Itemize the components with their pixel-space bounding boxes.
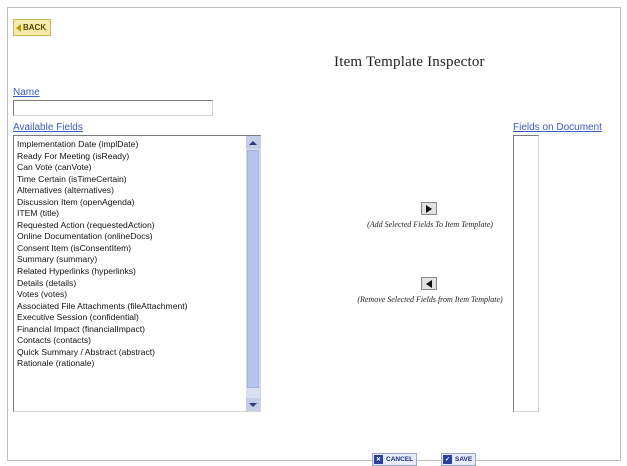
save-icon: ✓: [443, 455, 452, 464]
list-item[interactable]: Alternatives (alternatives): [17, 185, 244, 197]
available-fields-list[interactable]: Implementation Date (implDate) Ready For…: [13, 135, 261, 412]
list-item[interactable]: Requested Action (requestedAction): [17, 220, 244, 232]
list-item[interactable]: Rationale (rationale): [17, 358, 244, 370]
list-item[interactable]: Implementation Date (implDate): [17, 139, 244, 151]
list-item[interactable]: Related Hyperlinks (hyperlinks): [17, 266, 244, 278]
back-button[interactable]: BACK: [13, 19, 52, 36]
list-item[interactable]: ITEM (title): [17, 208, 244, 220]
list-item[interactable]: Associated File Attachments (fileAttachm…: [17, 301, 244, 313]
add-fields-caption: (Add Selected Fields To Item Template): [367, 220, 493, 229]
list-item[interactable]: Ready For Meeting (isReady): [17, 151, 244, 163]
name-input[interactable]: [13, 100, 213, 116]
cancel-button-label: CANCEL: [386, 456, 414, 463]
remove-fields-button[interactable]: [421, 277, 437, 290]
scroll-thumb[interactable]: [247, 150, 259, 388]
arrow-left-icon: [426, 279, 432, 288]
cancel-button[interactable]: ✕ CANCEL: [372, 453, 418, 466]
list-item[interactable]: Can Vote (canVote): [17, 162, 244, 174]
available-fields-label[interactable]: Available Fields: [13, 122, 83, 133]
back-button-label: BACK: [23, 23, 47, 32]
scroll-down-button[interactable]: [246, 398, 260, 411]
scroll-down-icon: [249, 402, 257, 407]
fields-on-document-label[interactable]: Fields on Document: [513, 122, 602, 133]
list-item[interactable]: Summary (summary): [17, 254, 244, 266]
fields-on-document-list[interactable]: [513, 135, 539, 412]
available-fields-options: Implementation Date (implDate) Ready For…: [17, 139, 244, 370]
list-item[interactable]: Discussion Item (openAgenda): [17, 197, 244, 209]
list-item[interactable]: Votes (votes): [17, 289, 244, 301]
list-item[interactable]: Financial Impact (financialImpact): [17, 324, 244, 336]
name-label[interactable]: Name: [13, 87, 40, 98]
list-item[interactable]: Details (details): [17, 278, 244, 290]
list-item[interactable]: Executive Session (confidential): [17, 312, 244, 324]
save-button-label: SAVE: [455, 456, 473, 463]
scroll-up-button[interactable]: [246, 136, 260, 149]
scroll-up-icon: [249, 140, 257, 145]
cancel-icon: ✕: [374, 455, 383, 464]
arrow-right-icon: [426, 204, 432, 213]
back-arrow-icon: [16, 23, 21, 32]
list-item[interactable]: Time Certain (isTimeCertain): [17, 174, 244, 186]
list-item[interactable]: Online Documentation (onlineDocs): [17, 231, 244, 243]
vertical-scrollbar[interactable]: [246, 136, 260, 411]
add-fields-button[interactable]: [421, 202, 437, 215]
save-button[interactable]: ✓ SAVE: [441, 453, 477, 466]
list-item[interactable]: Contacts (contacts): [17, 335, 244, 347]
list-item[interactable]: Quick Summary / Abstract (abstract): [17, 347, 244, 359]
page-title: Item Template Inspector: [334, 54, 485, 70]
remove-fields-caption: (Remove Selected Fields from Item Templa…: [357, 295, 503, 304]
list-item[interactable]: Consent Item (isConsentItem): [17, 243, 244, 255]
